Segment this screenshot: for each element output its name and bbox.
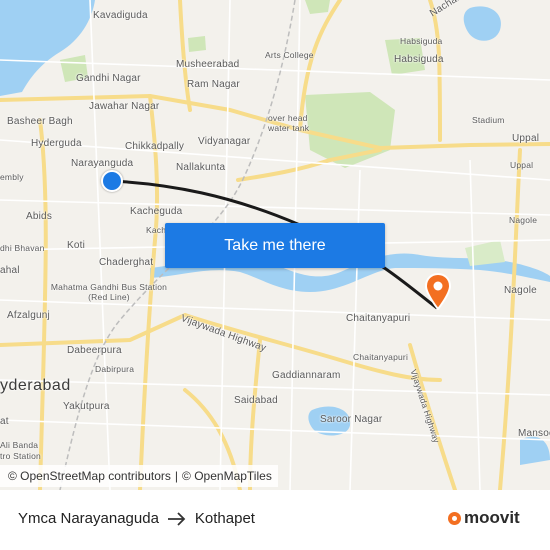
map-label: Hyderguda xyxy=(31,138,82,149)
brand-name: moovit xyxy=(464,508,520,527)
origin-marker-icon[interactable] xyxy=(101,170,123,192)
map-attribution: © OpenStreetMap contributors | © OpenMap… xyxy=(0,465,278,487)
osm-attribution-link[interactable]: © OpenStreetMap contributors xyxy=(8,469,171,483)
map-label: Chikkadpally xyxy=(125,141,185,152)
openmaptiles-attribution-link[interactable]: © OpenMapTiles xyxy=(182,469,272,483)
map-label: over head water tank xyxy=(268,113,310,133)
map-label: Vidyanagar xyxy=(198,136,251,147)
map-label: Narayanguda xyxy=(71,158,134,169)
map-label: dhi Bhavan xyxy=(0,243,45,253)
map-label: Musheerabad xyxy=(176,59,240,70)
map-label: Gaddiannaram xyxy=(272,370,341,381)
map-label: Chaderghat xyxy=(99,257,154,268)
map-label: Ali Banda tro Station xyxy=(0,440,41,461)
map-label: Basheer Bagh xyxy=(7,116,73,127)
map-label: Stadium xyxy=(472,115,505,125)
map-label: Dabirpura xyxy=(95,364,135,374)
map-label: Nallakunta xyxy=(176,162,226,173)
map-label: Mahatma Gandhi Bus Station (Red Line) xyxy=(50,282,168,302)
origin-name: Ymca Narayanaguda xyxy=(18,510,159,527)
map-label: embly xyxy=(0,172,24,182)
map-label: Jawahar Nagar xyxy=(89,101,160,112)
map-label: Uppal xyxy=(512,133,540,144)
park xyxy=(305,0,330,14)
pond-water xyxy=(463,6,501,41)
map-label: Nagole xyxy=(504,285,537,296)
arrow-right-icon xyxy=(167,511,186,526)
map-label: Arts College xyxy=(265,50,314,60)
map-label: Saroor Nagar xyxy=(320,414,383,425)
map-label: Mansoo xyxy=(518,428,550,439)
map-label: at xyxy=(0,416,9,427)
map-label: Ram Nagar xyxy=(187,79,240,90)
map-label: Kavadiguda xyxy=(93,10,148,21)
take-me-there-button[interactable]: Take me there xyxy=(165,223,385,268)
attribution-separator: | xyxy=(174,469,179,483)
map-label: Gandhi Nagar xyxy=(76,73,141,84)
map-label: Afzalgunj xyxy=(7,310,50,321)
park xyxy=(465,240,505,266)
map-label: Abids xyxy=(26,211,53,222)
map-label: Chaitanyapuri xyxy=(353,352,409,362)
map-label: Koti xyxy=(67,240,86,251)
map-label: Kacheguda xyxy=(130,206,183,217)
map-label: Dabeerpura xyxy=(67,345,122,356)
map-label: Habsiguda xyxy=(400,36,443,46)
map-label: Yakutpura xyxy=(63,401,110,412)
map-label: Habsiguda xyxy=(394,54,444,65)
pond-water xyxy=(520,436,550,465)
route-summary: Ymca Narayanaguda Kothapet xyxy=(18,510,255,527)
park xyxy=(188,36,206,52)
map-label: Nagole xyxy=(509,215,538,225)
moovit-logo: moovit xyxy=(448,508,520,528)
map-label: Chaitanyapuri xyxy=(346,313,411,324)
map-label: Kach xyxy=(146,225,167,235)
map-label: ahal xyxy=(0,265,20,276)
destination-pin-icon[interactable] xyxy=(423,272,453,310)
destination-name: Kothapet xyxy=(194,510,255,527)
map-label: yderabad xyxy=(0,377,71,394)
map-label: Uppal xyxy=(510,160,534,170)
moovit-logo-icon xyxy=(448,511,461,525)
map-label: Saidabad xyxy=(234,395,278,406)
map-canvas[interactable]: Kavadiguda Musheerabad Arts College Habs… xyxy=(0,0,550,490)
